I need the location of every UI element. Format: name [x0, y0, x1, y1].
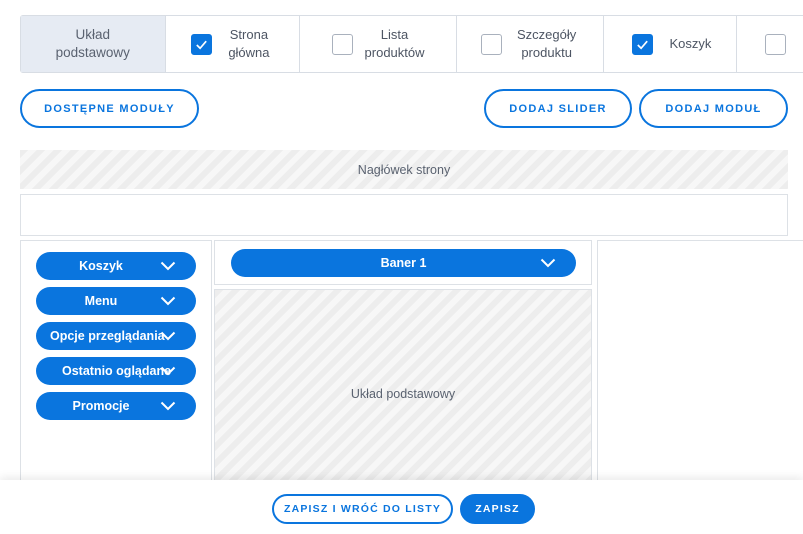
module-browse-options[interactable]: Opcje przeglądania — [36, 322, 196, 350]
footer-bar: ZAPISZ I WRÓĆ DO LISTY ZAPISZ — [0, 480, 803, 534]
tab-label: Układ podstawowy — [55, 27, 130, 60]
module-menu[interactable]: Menu — [36, 287, 196, 315]
right-column — [597, 240, 803, 500]
check-icon — [196, 40, 207, 49]
save-and-back-button[interactable]: ZAPISZ I WRÓĆ DO LISTY — [272, 494, 453, 524]
tab-base-layout[interactable]: Układ podstawowy — [21, 16, 166, 72]
chevron-down-icon[interactable] — [160, 398, 176, 414]
save-button[interactable]: ZAPISZ — [460, 494, 535, 524]
module-cart[interactable]: Koszyk — [36, 252, 196, 280]
module-banner-1[interactable]: Baner 1 — [231, 249, 576, 277]
module-recently-viewed[interactable]: Ostatnio oglądane — [36, 357, 196, 385]
product-details-checkbox[interactable] — [481, 33, 503, 55]
center-main-zone: Układ podstawowy — [214, 289, 592, 499]
empty-drop-zone — [20, 194, 788, 236]
add-slider-button[interactable]: DODAJ SLIDER — [484, 89, 632, 128]
home-page-checkbox[interactable] — [190, 33, 212, 55]
layout-tabs: Układ podstawowy Strona główna Lista pro… — [20, 15, 803, 73]
chevron-down-icon[interactable] — [160, 258, 176, 274]
chevron-down-icon[interactable] — [540, 255, 556, 271]
add-module-button[interactable]: DODAJ MODUŁ — [639, 89, 788, 128]
check-icon — [637, 40, 649, 49]
page-header-zone: Nagłówek strony — [20, 150, 788, 189]
tab-label: Lista produktów — [364, 27, 425, 60]
tab-home-page[interactable]: Strona główna — [166, 16, 301, 72]
tab-cart[interactable]: Koszyk — [604, 16, 738, 72]
cart-checkbox[interactable] — [632, 33, 654, 55]
tab-product-list[interactable]: Lista produktów — [300, 16, 457, 72]
tab-label: Koszyk — [669, 36, 712, 51]
tab-label: Strona główna — [228, 27, 270, 60]
module-label: Baner 1 — [380, 256, 427, 270]
product-list-checkbox[interactable] — [331, 33, 353, 55]
tab-label: Szczegóły produktu — [517, 27, 577, 60]
next-tab-checkbox[interactable] — [765, 33, 787, 55]
chevron-down-icon[interactable] — [160, 293, 176, 309]
module-promotions[interactable]: Promocje — [36, 392, 196, 420]
chevron-down-icon[interactable] — [160, 328, 176, 344]
available-modules-button[interactable]: DOSTĘPNE MODUŁY — [20, 89, 199, 128]
chevron-down-icon[interactable] — [160, 363, 176, 379]
tab-next[interactable] — [737, 16, 803, 72]
tab-product-details[interactable]: Szczegóły produktu — [457, 16, 605, 72]
